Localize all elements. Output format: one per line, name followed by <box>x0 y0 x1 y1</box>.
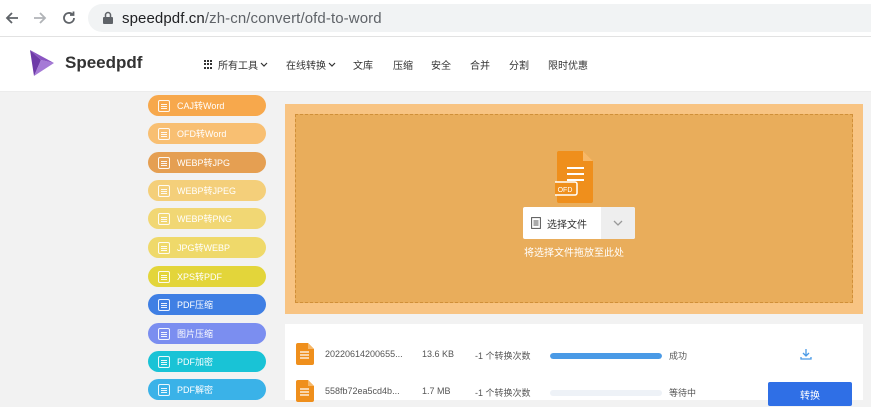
back-button[interactable] <box>0 6 24 30</box>
document-icon <box>158 99 170 112</box>
chevron-down-icon <box>613 220 623 226</box>
nav-all-tools[interactable]: 所有工具 <box>204 57 268 72</box>
sidebar-item-label: OFD转Word <box>177 129 227 139</box>
progress-bar <box>550 390 662 396</box>
select-file-label: 选择文件 <box>547 219 587 231</box>
nav-label: 分割 <box>509 61 529 72</box>
back-arrow-icon <box>5 12 18 24</box>
sidebar-item-xps-to-pdf[interactable]: XPS转PDF <box>148 266 266 287</box>
document-icon <box>158 127 170 140</box>
file-status: 成功 <box>669 351 688 361</box>
compress-icon <box>158 327 170 340</box>
nav-label: 所有工具 <box>218 61 258 72</box>
url-domain: speedpdf.cn <box>122 10 205 27</box>
file-row: 20220614200655... 13.6 KB -1 个转换次数 成功 <box>285 340 863 370</box>
sidebar-item-label: PDF加密 <box>177 357 214 367</box>
sidebar-item-label: JPG转WEBP <box>177 243 231 253</box>
file-list: 20220614200655... 13.6 KB -1 个转换次数 成功 55… <box>285 324 863 406</box>
document-icon <box>531 217 541 229</box>
nav-label: 合并 <box>470 61 490 72</box>
sidebar-item-webp-to-jpg[interactable]: WEBP转JPG <box>148 152 266 173</box>
file-size: 13.6 KB <box>422 349 455 359</box>
file-name: 20220614200655... <box>325 349 403 359</box>
ofd-file-icon: OFD <box>555 151 593 203</box>
nav-library[interactable]: 文库 <box>353 57 373 72</box>
file-icon <box>296 380 314 402</box>
progress-fill <box>550 353 662 359</box>
sidebar-item-pdf-encrypt[interactable]: PDF加密 <box>148 351 266 372</box>
reload-icon <box>63 11 75 24</box>
sidebar-item-label: WEBP转JPG <box>177 158 231 168</box>
nav-compress[interactable]: 压缩 <box>393 57 413 72</box>
lock-icon <box>158 355 170 368</box>
select-source-dropdown[interactable] <box>601 207 635 239</box>
sidebar-item-caj-to-word[interactable]: CAJ转Word <box>148 95 266 116</box>
sidebar-item-label: WEBP转JPEG <box>177 186 237 196</box>
image-icon <box>158 156 170 169</box>
image-icon <box>158 241 170 254</box>
sidebar-item-label: 图片压缩 <box>177 329 214 339</box>
nav-label: 限时优惠 <box>548 61 588 72</box>
reload-button[interactable] <box>57 6 81 30</box>
compress-icon <box>158 298 170 311</box>
file-status: 等待中 <box>669 388 697 398</box>
nav-online-convert[interactable]: 在线转换 <box>286 57 336 72</box>
sidebar-item-label: PDF压缩 <box>177 300 214 310</box>
conversion-count: -1 个转换次数 <box>475 388 531 398</box>
sidebar-item-pdf-decrypt[interactable]: PDF解密 <box>148 379 266 400</box>
file-type-label: OFD <box>558 187 573 194</box>
nav-split[interactable]: 分割 <box>509 57 529 72</box>
file-size: 1.7 MB <box>422 386 451 396</box>
logo-text[interactable]: Speedpdf <box>65 53 142 73</box>
select-file-main[interactable]: 选择文件 <box>523 207 601 239</box>
nav-merge[interactable]: 合并 <box>470 57 490 72</box>
drop-hint-text: 将选择文件拖放至此处 <box>524 248 624 259</box>
sidebar-item-image-compress[interactable]: 图片压缩 <box>148 323 266 344</box>
sidebar-item-pdf-compress[interactable]: PDF压缩 <box>148 294 266 315</box>
lock-icon[interactable] <box>102 11 114 25</box>
conversion-count: -1 个转换次数 <box>475 351 531 361</box>
progress-bar <box>550 353 662 359</box>
nav-label: 文库 <box>353 61 373 72</box>
grid-icon <box>204 60 213 69</box>
browser-toolbar: speedpdf.cn/zh-cn/convert/ofd-to-word <box>0 0 871 37</box>
file-row: 558fb72ea5cd4b... 1.7 MB -1 个转换次数 等待中 转换 <box>285 377 863 407</box>
file-name: 558fb72ea5cd4b... <box>325 386 400 396</box>
nav-label: 安全 <box>431 61 451 72</box>
nav-security[interactable]: 安全 <box>431 57 451 72</box>
sidebar-item-webp-to-jpeg[interactable]: WEBP转JPEG <box>148 180 266 201</box>
sidebar-item-label: PDF解密 <box>177 385 214 395</box>
download-icon[interactable] <box>800 348 812 360</box>
unlock-icon <box>158 383 170 396</box>
site-header: Speedpdf 所有工具 在线转换 文库 压缩 安全 合并 分割 限时优惠 <box>0 37 871 92</box>
image-icon <box>158 184 170 197</box>
file-icon <box>296 343 314 365</box>
nav-label: 压缩 <box>393 61 413 72</box>
select-file-button[interactable]: 选择文件 <box>523 207 635 239</box>
sidebar-item-ofd-to-word[interactable]: OFD转Word <box>148 123 266 144</box>
document-icon <box>158 270 170 283</box>
sidebar-item-label: CAJ转Word <box>177 101 225 111</box>
chevron-down-icon <box>328 62 336 67</box>
nav-label: 在线转换 <box>286 61 326 72</box>
forward-button[interactable] <box>28 6 52 30</box>
sidebar-item-webp-to-png[interactable]: WEBP转PNG <box>148 208 266 229</box>
sidebar-item-label: WEBP转PNG <box>177 214 233 224</box>
url-path: /zh-cn/convert/ofd-to-word <box>204 10 382 27</box>
url-text[interactable]: speedpdf.cn/zh-cn/convert/ofd-to-word <box>122 10 382 27</box>
speedpdf-logo-icon[interactable] <box>26 48 56 78</box>
nav-limited-offer[interactable]: 限时优惠 <box>548 57 588 72</box>
convert-button[interactable]: 转换 <box>768 382 852 406</box>
sidebar-item-label: XPS转PDF <box>177 272 223 282</box>
chevron-down-icon <box>260 62 268 67</box>
forward-arrow-icon <box>34 12 47 24</box>
address-bar[interactable]: speedpdf.cn/zh-cn/convert/ofd-to-word <box>88 4 871 32</box>
sidebar-item-jpg-to-webp[interactable]: JPG转WEBP <box>148 237 266 258</box>
image-icon <box>158 212 170 225</box>
